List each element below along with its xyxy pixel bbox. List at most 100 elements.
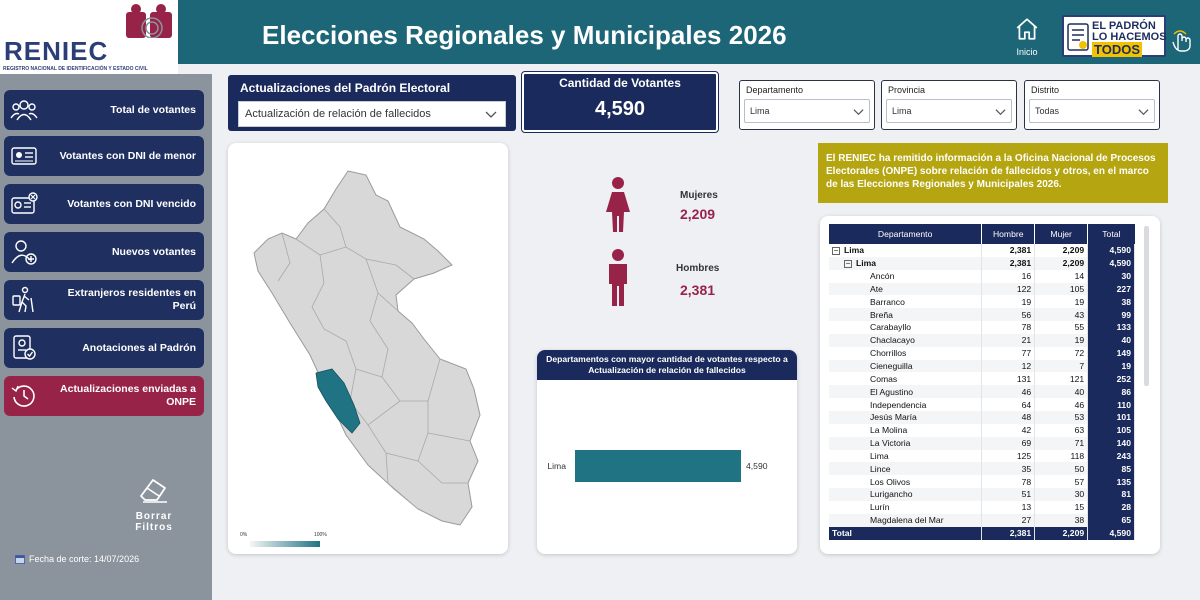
cell-total: 28 [1087,500,1135,514]
table-row[interactable]: La Molina 42 63 105 [829,423,1135,437]
table-row-province[interactable]: − Lima 2,381 2,209 4,590 [829,256,1135,270]
table-row[interactable]: Breña 56 43 99 [829,308,1135,322]
family-logo-icon [126,4,172,38]
departamento-dropdown[interactable]: Lima [744,99,870,123]
cutoff-date: Fecha de corte: 14/07/2026 [15,554,139,564]
cell-total: 65 [1087,513,1135,527]
collapse-icon[interactable]: − [832,247,840,256]
table-row-department[interactable]: − Lima 2,381 2,209 4,590 [829,244,1135,257]
cell-mujer: 71 [1034,436,1089,450]
table-row[interactable]: Carabayllo 78 55 133 [829,321,1135,334]
id-card-icon [11,147,37,165]
table-row[interactable]: Lima 125 118 243 [829,449,1135,463]
cell-mujer: 46 [1034,398,1089,411]
cell-total: 140 [1087,436,1135,450]
checklist-icon [1067,23,1089,51]
district-name: Chorrillos [829,346,983,360]
distrito-dropdown[interactable]: Todas [1029,99,1155,123]
table-row[interactable]: Independencia 64 46 110 [829,398,1135,411]
cell-hombre: 35 [981,462,1036,476]
filter-value: Lima [892,106,912,116]
cell-mujer: 2,209 [1034,244,1089,257]
cell-hombre: 13 [981,500,1036,514]
cell-mujer: 19 [1034,295,1089,309]
table-row[interactable]: El Agustino 46 40 86 [829,385,1135,399]
update-type-dropdown[interactable]: Actualización de relación de fallecidos [238,101,506,127]
bar-value-label: 4,590 [746,461,768,471]
footer-total: 4,590 [1087,526,1135,540]
table-row[interactable]: Magdalena del Mar 27 38 65 [829,513,1135,527]
col-header-hombre[interactable]: Hombre [981,224,1036,244]
sidebar-item-label: Total de votantes [110,103,196,116]
filter-value: Todas [1035,106,1060,116]
cell-total: 133 [1087,321,1135,334]
provincia-dropdown[interactable]: Lima [886,99,1012,123]
collapse-icon[interactable]: − [844,260,852,268]
col-header-departamento[interactable]: Departamento [829,224,983,244]
home-button[interactable]: Inicio [1012,16,1042,57]
cell-total: 19 [1087,359,1135,373]
table-row[interactable]: Jesús María 48 53 101 [829,410,1135,424]
cell-total: 227 [1087,282,1135,296]
cell-mujer: 121 [1034,372,1089,386]
cell-mujer: 53 [1034,410,1089,424]
table-row[interactable]: Lurín 13 15 28 [829,500,1135,514]
sidebar-item-extranjeros[interactable]: Extranjeros residentes en Perú [4,280,204,320]
cell-hombre: 125 [981,449,1036,463]
table-row[interactable]: Ancón 16 14 30 [829,269,1135,283]
cutoff-date-text: Fecha de corte: 14/07/2026 [29,554,140,564]
table-row[interactable]: Chorrillos 77 72 149 [829,346,1135,360]
logo-text: RENIEC [4,36,109,66]
cell-mujer: 19 [1034,333,1089,347]
bar-lima[interactable] [575,450,741,482]
col-header-total[interactable]: Total [1087,224,1135,244]
district-name: La Victoria [829,436,983,450]
cell-mujer: 72 [1034,346,1089,360]
map-country-outline[interactable] [253,170,481,526]
sidebar-item-dni-vencido[interactable]: Votantes con DNI vencido [4,184,204,224]
table-row[interactable]: Ate 122 105 227 [829,282,1135,296]
onpe-notice: El RENIEC ha remitido información a la O… [818,143,1168,203]
cell-hombre: 78 [981,321,1036,334]
cell-mujer: 57 [1034,475,1089,489]
badge-line-3: TODOS [1092,42,1142,57]
calendar-icon [15,555,25,564]
table-row[interactable]: Los Olivos 78 57 135 [829,475,1135,489]
cell-hombre: 16 [981,269,1036,283]
update-type-value: Actualización de relación de fallecidos [245,108,431,120]
cell-total: 4,590 [1087,244,1135,257]
peru-map-card: 0% 100% [228,143,508,554]
district-name: Comas [829,372,983,386]
footer-mujer: 2,209 [1034,526,1089,540]
table-row[interactable]: Comas 131 121 252 [829,372,1135,386]
sidebar-item-total-votantes[interactable]: Total de votantes [4,90,204,130]
table-row[interactable]: Lurigancho 51 30 81 [829,488,1135,501]
table-row[interactable]: Chaclacayo 21 19 40 [829,333,1135,347]
sidebar-item-anotaciones[interactable]: Anotaciones al Padrón [4,328,204,368]
peru-map [253,170,481,526]
sidebar-item-label: Votantes con DNI de menor [59,149,196,162]
table-scrollbar[interactable] [1144,226,1149,386]
padron-badge: EL PADRÓN LO HACEMOS TODOS [1062,15,1167,57]
table-row[interactable]: Cieneguilla 12 7 19 [829,359,1135,373]
district-name: Ancón [829,269,983,283]
cell-hombre: 2,381 [981,244,1036,257]
district-name: Los Olivos [829,475,983,489]
table-row[interactable]: Barranco 19 19 38 [829,295,1135,309]
sidebar-item-nuevos-votantes[interactable]: Nuevos votantes [4,232,204,272]
table-row[interactable]: Lince 35 50 85 [829,462,1135,476]
clear-filters-button[interactable]: Borrar Filtros [124,474,184,533]
col-header-mujer[interactable]: Mujer [1034,224,1089,244]
cell-mujer: 15 [1034,500,1089,514]
table-row[interactable]: La Victoria 69 71 140 [829,436,1135,450]
legend-gradient [250,541,320,547]
sidebar-item-actualizaciones-onpe[interactable]: Actualizaciones enviadas a ONPE [4,376,204,416]
district-name: Carabayllo [829,321,983,334]
chevron-down-icon [1138,109,1149,116]
sidebar-item-dni-menor[interactable]: Votantes con DNI de menor [4,136,204,176]
touch-hand-icon[interactable] [1170,28,1192,52]
cell-hombre: 77 [981,346,1036,360]
eraser-icon [140,479,167,503]
cell-mujer: 14 [1034,269,1089,283]
document-check-icon [13,335,36,360]
